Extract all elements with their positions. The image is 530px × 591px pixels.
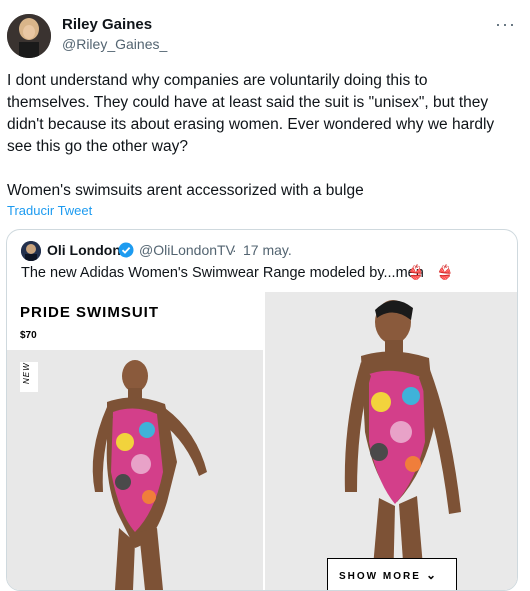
- product-price: $70: [20, 330, 37, 341]
- separator-dot: ·: [232, 242, 237, 258]
- author-avatar[interactable]: [7, 14, 51, 58]
- product-image-right[interactable]: SHOW MORE ⌄: [265, 292, 517, 590]
- product-title: PRIDE SWIMSUIT: [20, 304, 160, 321]
- quoted-date[interactable]: 17 may.: [243, 242, 292, 258]
- quoted-tweet[interactable]: Oli London @OliLondonTV · 17 may. The ne…: [6, 229, 518, 591]
- quoted-text: The new Adidas Women's Swimwear Range mo…: [21, 265, 424, 281]
- more-options-icon[interactable]: ···: [495, 14, 516, 35]
- model-figure-right: [265, 292, 517, 590]
- new-tag: NEW: [20, 362, 38, 392]
- quoted-author-avatar[interactable]: [21, 241, 41, 261]
- quoted-images[interactable]: PRIDE SWIMSUIT $70 NEW SHOW MORE ⌄: [7, 292, 517, 590]
- product-image-left[interactable]: PRIDE SWIMSUIT $70 NEW: [7, 292, 263, 590]
- chevron-down-icon: ⌄: [426, 568, 439, 582]
- verified-badge-icon: [118, 242, 134, 258]
- show-more-label: SHOW MORE: [339, 571, 421, 582]
- quoted-author-name[interactable]: Oli London: [47, 242, 121, 258]
- product-header: PRIDE SWIMSUIT $70: [7, 292, 263, 350]
- swimsuit-emojis: 👙 👙: [407, 264, 458, 280]
- translate-tweet-link[interactable]: Traducir Tweet: [7, 203, 92, 218]
- new-tag-label: NEW: [22, 362, 31, 384]
- author-handle[interactable]: @Riley_Gaines_: [62, 36, 167, 52]
- quoted-author-handle[interactable]: @OliLondonTV: [139, 242, 235, 258]
- show-more-button[interactable]: SHOW MORE ⌄: [327, 558, 457, 590]
- author-name[interactable]: Riley Gaines: [62, 16, 152, 33]
- tweet-text: I dont understand why companies are volu…: [7, 72, 495, 199]
